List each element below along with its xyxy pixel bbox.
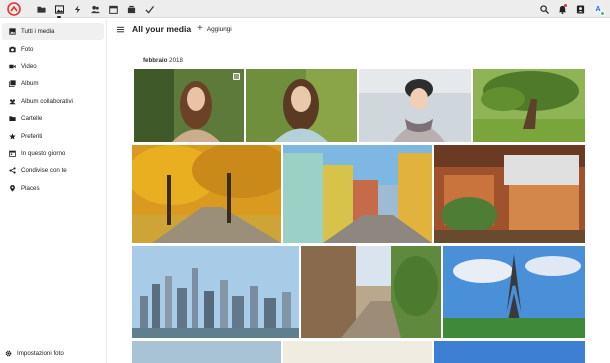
photo-tile[interactable]: [434, 145, 585, 243]
photos-icon[interactable]: [50, 2, 68, 18]
photo-tile[interactable]: [283, 145, 432, 243]
app-switcher: [32, 2, 158, 18]
header-actions: A: [536, 2, 606, 16]
notifications-icon[interactable]: [554, 2, 570, 16]
photo-thumbnail: [134, 69, 244, 142]
photo-thumbnail: [301, 246, 441, 338]
sidebar-item-shared-with-you[interactable]: Condivise con te: [2, 162, 104, 179]
status-indicator: [600, 11, 605, 16]
photo-thumbnail: [283, 341, 432, 363]
notification-badge: [564, 4, 567, 7]
photo-tile[interactable]: [134, 69, 244, 142]
sidebar-item-label: Tutti i media: [21, 28, 55, 36]
photo-tile[interactable]: [434, 341, 585, 363]
photo-tile[interactable]: [443, 246, 585, 338]
files-icon[interactable]: [32, 2, 50, 16]
gear-icon: [5, 350, 12, 356]
sidebar-item-label: Cartelle: [21, 115, 43, 123]
sidebar-item-places[interactable]: Places: [2, 180, 104, 197]
share-icon: [9, 167, 16, 174]
add-button-label: Aggiungi: [206, 25, 232, 33]
photo-tile[interactable]: [473, 69, 585, 142]
photo-thumbnail: [132, 246, 299, 338]
camera-icon: [9, 46, 16, 52]
avatar: A: [592, 3, 605, 16]
shared-album-icon: [9, 99, 16, 105]
deck-icon[interactable]: [122, 2, 140, 16]
main-header: All your media + Aggiungi: [108, 19, 610, 41]
map-pin-icon: [10, 184, 15, 192]
gallery-date-heading: febbraio 2018: [143, 57, 183, 64]
sidebar-item-label: Album: [21, 80, 39, 88]
photo-tile[interactable]: [132, 145, 281, 243]
contacts-icon[interactable]: [86, 2, 104, 16]
sidebar-item-label: Foto: [21, 45, 34, 53]
app-logo-icon[interactable]: [6, 2, 22, 16]
photo-settings-button[interactable]: Impostazioni foto: [2, 347, 64, 359]
add-button[interactable]: + Aggiungi: [193, 22, 236, 36]
sidebar-item-label: Video: [21, 62, 37, 70]
calendar-icon[interactable]: [104, 2, 122, 16]
image-icon: [9, 28, 16, 35]
sidebar-nav: Tutti i media Foto Video Album Album col…: [0, 19, 106, 197]
gallery-month: febbraio: [143, 57, 168, 64]
photo-thumbnail: [434, 145, 585, 243]
photo-tile[interactable]: [132, 246, 299, 338]
photo-thumbnail: [132, 145, 281, 243]
top-bar: A: [0, 0, 610, 18]
sidebar-item-label: Album collaborativi: [21, 97, 73, 105]
photo-tile[interactable]: [301, 246, 441, 338]
gallery-year: 2018: [169, 57, 183, 64]
activity-icon[interactable]: [68, 2, 86, 16]
user-menu[interactable]: A: [590, 2, 606, 16]
photo-tile[interactable]: [283, 341, 432, 363]
photo-thumbnail: [434, 341, 585, 363]
sidebar: Tutti i media Foto Video Album Album col…: [0, 19, 107, 363]
album-icon: [9, 80, 16, 88]
sidebar-item-label: Places: [21, 184, 40, 192]
sidebar-item-label: In questo giorno: [21, 149, 66, 157]
search-icon[interactable]: [536, 2, 552, 16]
sidebar-item-folders[interactable]: Cartelle: [2, 110, 104, 127]
photo-thumbnail: [283, 145, 432, 243]
sidebar-item-all-media[interactable]: Tutti i media: [2, 23, 104, 41]
photo-thumbnail: [132, 341, 281, 363]
sidebar-item-videos[interactable]: Video: [2, 58, 104, 75]
photo-thumbnail: [359, 69, 471, 142]
plus-icon: +: [197, 23, 203, 34]
star-icon: [9, 132, 16, 140]
sidebar-item-label: Preferiti: [21, 132, 43, 140]
sidebar-item-albums[interactable]: Album: [2, 75, 104, 92]
photo-tile[interactable]: [246, 69, 357, 142]
photo-tile[interactable]: [132, 341, 281, 363]
folder-icon: [9, 116, 16, 122]
video-icon: [9, 64, 16, 69]
sidebar-item-label: Condivise con te: [21, 167, 67, 175]
photo-tile[interactable]: [359, 69, 471, 142]
tasks-icon[interactable]: [140, 2, 158, 16]
sidebar-item-shared-albums[interactable]: Album collaborativi: [2, 93, 104, 110]
contacts-menu-icon[interactable]: [572, 2, 588, 16]
select-checkbox[interactable]: [233, 73, 240, 80]
photo-thumbnail: [246, 69, 357, 142]
sidebar-item-on-this-day[interactable]: In questo giorno: [2, 145, 104, 162]
calendar-day-icon: [9, 150, 16, 157]
page-title: All your media: [132, 24, 192, 34]
photo-thumbnail: [443, 246, 585, 338]
menu-toggle-icon[interactable]: [116, 25, 125, 34]
sidebar-item-favorites[interactable]: Preferiti: [2, 127, 104, 144]
sidebar-item-photos[interactable]: Foto: [2, 40, 104, 57]
settings-label: Impostazioni foto: [17, 349, 64, 357]
photo-thumbnail: [473, 69, 585, 142]
